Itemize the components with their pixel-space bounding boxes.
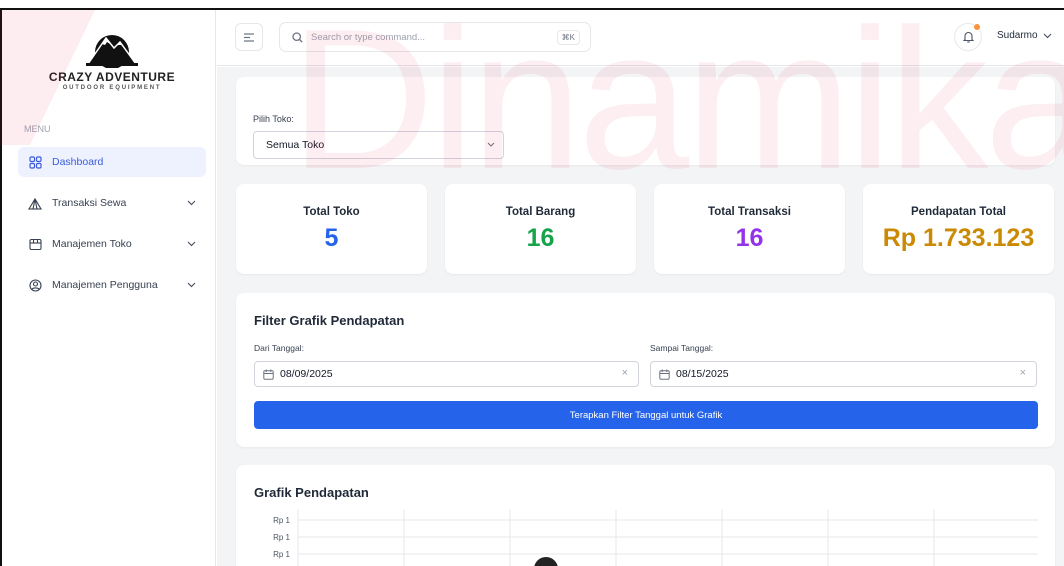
chevron-down-icon: [187, 280, 196, 290]
from-date-input[interactable]: 08/09/2025 ×: [254, 361, 639, 387]
apply-date-filter-button[interactable]: Terapkan Filter Tanggal untuk Grafik: [254, 401, 1038, 429]
menu-icon: [244, 32, 254, 42]
top-header: ⌘K Sudarmo: [217, 10, 1064, 66]
revenue-chart: Rp 1 Rp 1 Rp 1: [273, 510, 1038, 566]
chart-gridlines: [297, 510, 1038, 566]
sidebar-item-label: Dashboard: [52, 156, 104, 168]
mountain-logo-icon: [86, 35, 138, 68]
grid-icon: [28, 155, 42, 169]
brand-logo[interactable]: CRAZY ADVENTURE OUTDOOR EQUIPMENT: [42, 30, 182, 110]
stat-value: 5: [324, 224, 339, 252]
sidebar-item-manajemen-pengguna[interactable]: Manajemen Pengguna: [18, 270, 206, 300]
y-tick-label: Rp 1: [273, 550, 290, 559]
window-top-margin: [0, 0, 1064, 8]
store-select[interactable]: Semua Toko: [253, 131, 504, 159]
chevron-down-icon: [1043, 31, 1052, 41]
store-filter-card: Pilih Toko: Semua Toko: [236, 77, 1055, 165]
clear-to-date-icon[interactable]: ×: [1020, 367, 1026, 379]
chevron-down-icon: [187, 239, 196, 249]
to-date-input[interactable]: 08/15/2025 ×: [650, 361, 1037, 387]
sidebar-item-manajemen-toko[interactable]: Manajemen Toko: [18, 229, 206, 259]
from-date-value: 08/09/2025: [280, 368, 333, 380]
sidebar-item-label: Manajemen Toko: [52, 238, 132, 250]
revenue-chart-card: Grafik Pendapatan Rp 1 Rp 1 Rp 1: [236, 465, 1055, 566]
notification-button[interactable]: [954, 23, 982, 51]
stat-card-pendapatan-total: Pendapatan Total Rp 1.733.123: [863, 184, 1054, 274]
chevron-down-icon: [487, 140, 495, 149]
sidebar-item-label: Transaksi Sewa: [52, 197, 127, 209]
bell-icon: [962, 31, 974, 43]
calendar-icon: [659, 369, 670, 380]
sidebar-nav: Dashboard Transaksi Sewa Manajemen Toko: [18, 147, 206, 311]
stat-value: 16: [735, 224, 764, 252]
search-input[interactable]: [311, 31, 531, 43]
tent-icon: [28, 196, 42, 210]
stat-value: 16: [526, 224, 555, 252]
y-tick-label: Rp 1: [273, 516, 290, 525]
stat-title: Pendapatan Total: [911, 206, 1006, 218]
user-menu[interactable]: Sudarmo: [997, 30, 1052, 41]
sidebar-item-dashboard[interactable]: Dashboard: [18, 147, 206, 177]
menu-label: MENU: [24, 124, 51, 134]
store-select-value: Semua Toko: [266, 139, 325, 151]
stat-value: Rp 1.733.123: [882, 224, 1035, 252]
user-circle-icon: [28, 278, 42, 292]
y-tick-label: Rp 1: [273, 533, 290, 542]
user-name: Sudarmo: [997, 30, 1038, 41]
store-select-label: Pilih Toko:: [253, 114, 294, 124]
clear-from-date-icon[interactable]: ×: [622, 367, 628, 379]
from-date-label: Dari Tanggal:: [254, 343, 304, 353]
sidebar-toggle-button[interactable]: [235, 23, 263, 51]
stat-title: Total Transaksi: [708, 206, 791, 218]
store-icon: [28, 237, 42, 251]
stat-card-total-barang: Total Barang 16: [445, 184, 636, 274]
to-date-label: Sampai Tanggal:: [650, 343, 714, 353]
stat-card-total-toko: Total Toko 5: [236, 184, 427, 274]
stat-title: Total Barang: [505, 206, 576, 218]
brand-subtitle: OUTDOOR EQUIPMENT: [62, 85, 162, 91]
calendar-icon: [263, 369, 274, 380]
date-filter-card: Filter Grafik Pendapatan Dari Tanggal: S…: [236, 293, 1055, 447]
stat-title: Total Toko: [303, 206, 360, 218]
main-content: Pilih Toko: Semua Toko Total Toko 5 Tota…: [217, 67, 1064, 566]
stat-card-total-transaksi: Total Transaksi 16: [654, 184, 845, 274]
to-date-value: 08/15/2025: [676, 368, 729, 380]
sidebar: CRAZY ADVENTURE OUTDOOR EQUIPMENT MENU D…: [2, 10, 216, 566]
search-shortcut-badge: ⌘K: [556, 30, 580, 45]
notification-dot: [974, 24, 980, 30]
chevron-down-icon: [187, 198, 196, 208]
search-icon: [292, 31, 303, 43]
search-box[interactable]: ⌘K: [279, 22, 591, 52]
sidebar-item-label: Manajemen Pengguna: [52, 279, 158, 291]
brand-title: CRAZY ADVENTURE: [48, 70, 176, 84]
date-filter-title: Filter Grafik Pendapatan: [254, 313, 405, 328]
sidebar-item-transaksi-sewa[interactable]: Transaksi Sewa: [18, 188, 206, 218]
